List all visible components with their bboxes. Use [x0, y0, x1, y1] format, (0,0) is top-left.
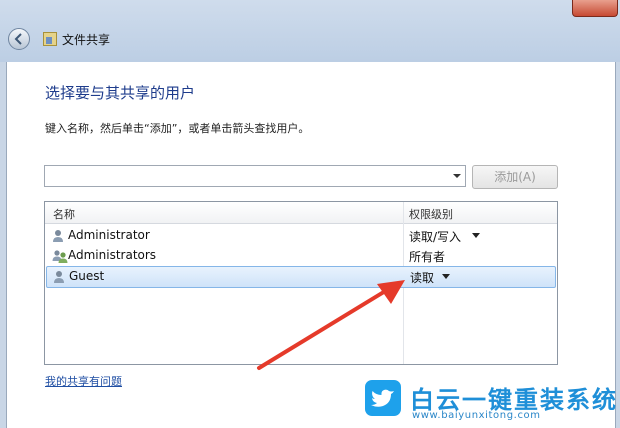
back-button[interactable] [8, 28, 30, 50]
column-header-permission[interactable]: 权限级别 [409, 206, 453, 222]
bird-icon [371, 389, 394, 407]
combo-dropdown-icon[interactable] [453, 174, 461, 178]
group-icon [52, 250, 68, 263]
dialog-content: 选择要与其共享的用户 键入名称，然后单击“添加”，或者单击箭头查找用户。 添加(… [6, 62, 616, 428]
user-icon [54, 271, 64, 283]
annotation-arrow-icon [257, 280, 405, 370]
row-user-name: Guest [69, 269, 105, 283]
row-user-name: Administrator [68, 228, 150, 242]
sharing-help-link[interactable]: 我的共享有问题 [45, 373, 122, 389]
user-icon [53, 230, 63, 242]
file-sharing-icon [43, 32, 57, 46]
row-permission-level: 所有者 [409, 250, 446, 264]
column-header-name[interactable]: 名称 [53, 206, 75, 222]
back-arrow-icon [14, 33, 22, 45]
close-button[interactable] [572, 0, 618, 17]
watermark-bird-logo [365, 380, 401, 416]
dialog-instruction: 键入名称，然后单击“添加”，或者单击箭头查找用户。 [45, 122, 310, 135]
window-title: 文件共享 [62, 33, 111, 47]
user-name-combobox[interactable] [44, 165, 466, 187]
list-row-administrator[interactable]: Administrator 读取/写入 [46, 226, 556, 246]
add-button[interactable]: 添加(A) [472, 165, 558, 189]
watermark-url: www.baiyunxitong.com [412, 410, 541, 421]
permission-dropdown-icon[interactable] [442, 274, 450, 279]
title-bar: 文件共享 [0, 0, 620, 62]
dialog-heading: 选择要与其共享的用户 [45, 84, 196, 102]
row-user-name: Administrators [68, 248, 157, 262]
row-permission-level[interactable]: 读取/写入 [409, 228, 461, 245]
list-header: 名称 权限级别 [45, 202, 557, 224]
list-row-administrators[interactable]: Administrators 所有者 [46, 246, 556, 266]
permission-dropdown-icon[interactable] [472, 233, 480, 238]
